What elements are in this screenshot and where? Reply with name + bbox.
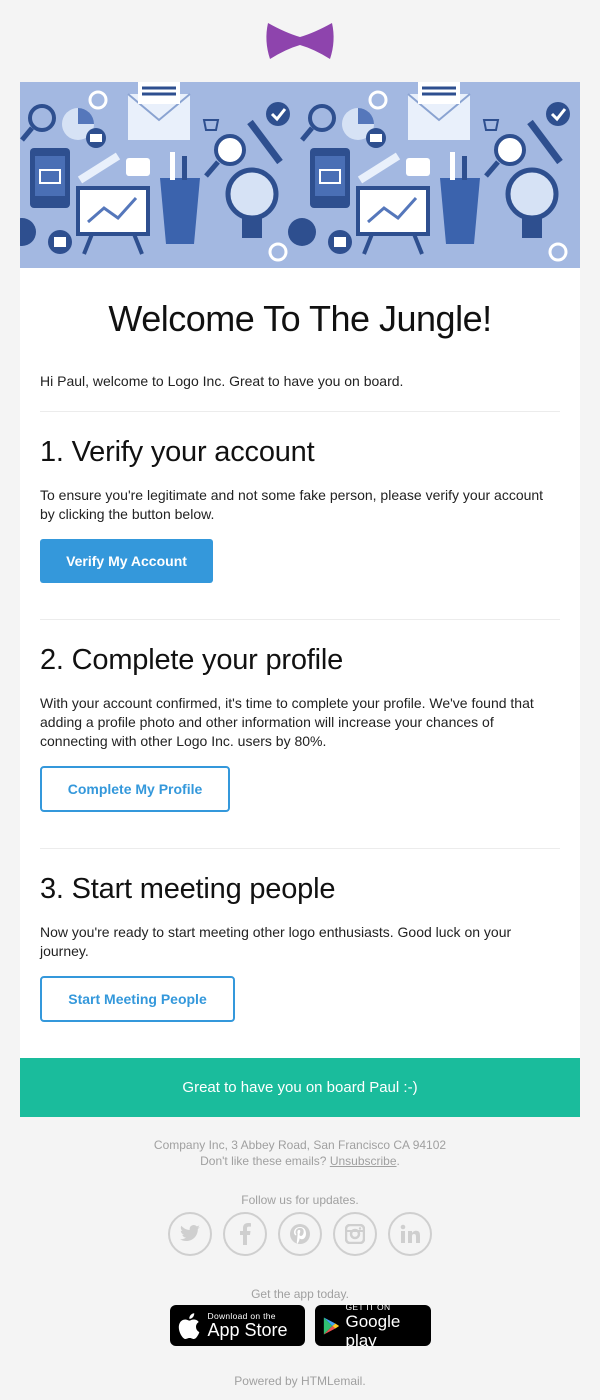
greeting-text: Hi Paul, welcome to Logo Inc. Great to h… [40, 373, 404, 389]
instagram-icon[interactable] [333, 1212, 377, 1256]
follow-text: Follow us for updates. [241, 1193, 359, 1207]
bowtie-icon [266, 23, 334, 59]
start-meeting-button[interactable]: Start Meeting People [40, 976, 235, 1022]
section-profile-body: With your account confirmed, it's time t… [40, 695, 534, 749]
verify-account-button[interactable]: Verify My Account [40, 539, 213, 583]
welcome-banner: Great to have you on board Paul :-) [20, 1058, 580, 1117]
app-store-badge[interactable]: Download on the App Store [169, 1305, 305, 1346]
divider [40, 411, 560, 412]
section-verify-body: To ensure you're legitimate and not some… [40, 487, 544, 522]
section-meeting-body: Now you're ready to start meeting other … [40, 924, 512, 959]
divider [40, 848, 560, 849]
hero-illustration [20, 82, 580, 268]
section-profile-heading: 2. Complete your profile [40, 644, 344, 676]
google-play-big: Google play [345, 1311, 401, 1350]
app-store-links: Download on the App Store GET IT ON Goog… [0, 1301, 600, 1350]
unsubscribe-suffix: . [396, 1154, 400, 1168]
powered-by-text: Powered by HTMLemail. [234, 1374, 366, 1388]
logo-header [0, 0, 600, 82]
apple-icon [178, 1312, 199, 1339]
section-meeting-heading: 3. Start meeting people [40, 873, 336, 905]
divider [40, 619, 560, 620]
unsubscribe-line: Don't like these emails? Unsubscribe. [0, 1154, 600, 1168]
pinterest-icon[interactable] [278, 1212, 322, 1256]
linkedin-icon[interactable] [388, 1212, 432, 1256]
facebook-icon[interactable] [223, 1212, 267, 1256]
get-app-text: Get the app today. [251, 1287, 349, 1301]
twitter-icon[interactable] [168, 1212, 212, 1256]
social-links [0, 1212, 600, 1256]
google-play-icon [323, 1317, 339, 1334]
company-address: Company Inc, 3 Abbey Road, San Francisco… [153, 1138, 447, 1152]
complete-profile-button[interactable]: Complete My Profile [40, 766, 230, 812]
email-card: Welcome To The Jungle! Hi Paul, welcome … [20, 268, 580, 1058]
unsubscribe-prefix: Don't like these emails? [200, 1154, 330, 1168]
google-play-badge[interactable]: GET IT ON Google play [314, 1301, 431, 1350]
google-play-small: GET IT ON [345, 1301, 391, 1312]
page-title: Welcome To The Jungle! [108, 298, 492, 339]
app-store-big: App Store [207, 1320, 288, 1340]
section-verify-heading: 1. Verify your account [40, 436, 315, 468]
unsubscribe-link[interactable]: Unsubscribe [330, 1154, 397, 1168]
